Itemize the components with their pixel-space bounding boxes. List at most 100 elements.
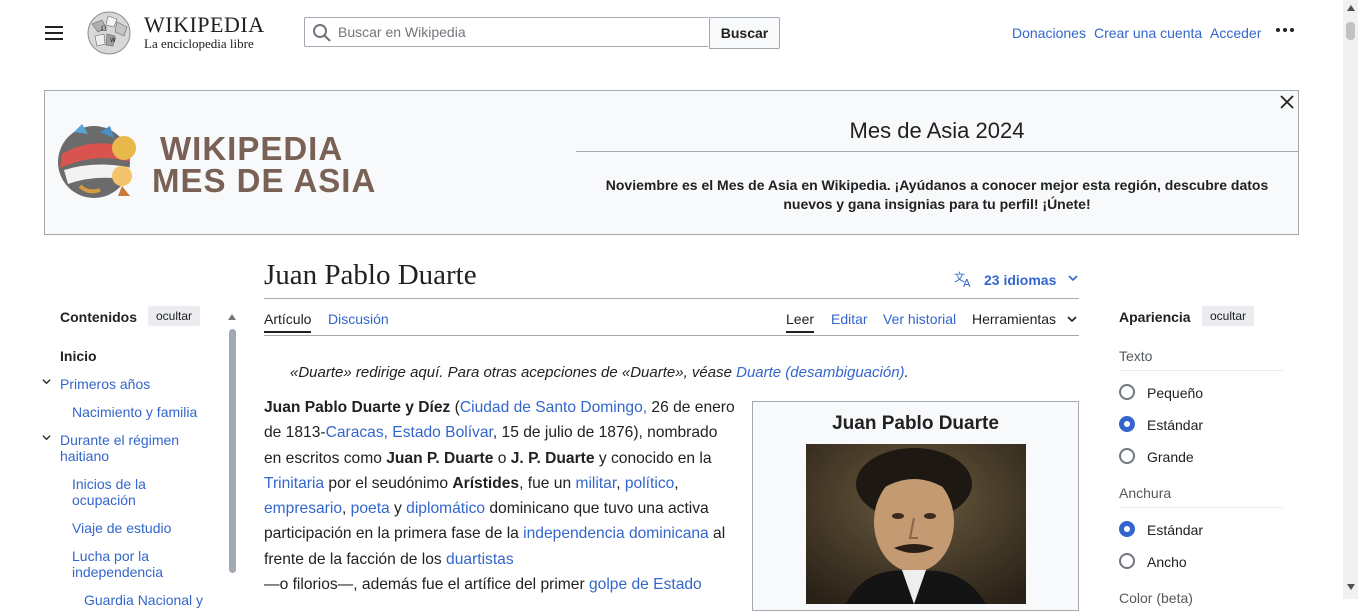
link-separator: ,	[342, 500, 351, 518]
more-options-icon[interactable]	[1276, 28, 1298, 36]
tab-read[interactable]: Leer	[786, 311, 815, 333]
text-size-heading: Texto	[1119, 348, 1153, 364]
toc-scrollbar-thumb[interactable]	[229, 329, 236, 573]
bold-alias: Juan P. Duarte	[386, 449, 494, 467]
language-icon[interactable]: 文 A	[954, 270, 974, 288]
toc-item-lucha-independencia[interactable]: Lucha por la independencia	[72, 548, 182, 580]
link-separator: ,	[674, 474, 679, 492]
text-span: —o filorios—, además fue el artífice del…	[264, 576, 589, 594]
tools-menu[interactable]: Herramientas	[972, 311, 1056, 327]
radio-width-wide[interactable]	[1119, 553, 1135, 569]
page-title: Juan Pablo Duarte	[264, 259, 477, 291]
toc-item-primeros-anos[interactable]: Primeros años	[60, 376, 150, 392]
toc-item-inicios-ocupacion[interactable]: Inicios de la ocupación	[72, 476, 172, 508]
text-span: (	[450, 399, 460, 416]
link-trinitaria[interactable]: Trinitaria	[264, 475, 324, 492]
tabs-divider	[264, 335, 1079, 336]
radio-width-standard[interactable]	[1119, 521, 1135, 537]
link-santo-domingo[interactable]: Ciudad de Santo Domingo,	[460, 399, 647, 416]
toc-item-guardia-nacional[interactable]: Guardia Nacional y	[84, 592, 203, 608]
page-scrollbar-thumb[interactable]	[1346, 22, 1355, 40]
link-caracas[interactable]: Caracas, Estado Bolívar	[326, 424, 493, 441]
create-account-link[interactable]: Crear una cuenta	[1094, 25, 1202, 41]
scroll-down-arrow-icon[interactable]	[1347, 584, 1355, 590]
radio-text-small[interactable]	[1119, 384, 1135, 400]
bold-pseudonym: Arístides	[452, 474, 520, 492]
chevron-down-icon[interactable]	[1068, 274, 1078, 282]
radio-text-large[interactable]	[1119, 448, 1135, 464]
appearance-hide-button[interactable]: ocultar	[1202, 306, 1255, 326]
radio-label-large[interactable]: Grande	[1147, 449, 1194, 465]
link-politico[interactable]: político	[625, 475, 674, 492]
chevron-down-icon[interactable]	[42, 433, 51, 442]
login-link[interactable]: Acceder	[1210, 25, 1261, 41]
banner-divider	[576, 151, 1298, 152]
search-input[interactable]	[338, 18, 698, 46]
svg-text:A: A	[963, 277, 971, 288]
link-militar[interactable]: militar	[575, 475, 616, 492]
banner-logo-line2: MES DE ASIA	[152, 162, 377, 199]
portrait-image[interactable]	[806, 444, 1026, 604]
toc-hide-button[interactable]: ocultar	[148, 306, 201, 326]
languages-button[interactable]: 23 idiomas	[984, 272, 1056, 288]
toc-title: Contenidos	[60, 309, 137, 325]
link-duartistas[interactable]: duartistas	[446, 551, 514, 568]
radio-label-standard[interactable]: Estándar	[1147, 417, 1203, 433]
page-scrollbar[interactable]	[1343, 0, 1358, 599]
radio-label-width-wide[interactable]: Ancho	[1147, 554, 1187, 570]
text-span: y	[389, 500, 407, 518]
title-divider	[264, 298, 1079, 299]
tab-history[interactable]: Ver historial	[883, 311, 956, 327]
bold-alias: J. P. Duarte	[510, 449, 595, 467]
text-span: y conocido en la	[594, 449, 712, 467]
wikipedia-globe-logo[interactable]: Ω W	[84, 10, 134, 56]
search-icon	[313, 24, 331, 42]
link-independencia[interactable]: independencia dominicana	[523, 525, 709, 542]
wikipedia-wordmark[interactable]: WIKIPEDIA	[144, 12, 265, 38]
tab-discussion[interactable]: Discusión	[328, 311, 389, 327]
radio-label-width-standard[interactable]: Estándar	[1147, 522, 1203, 538]
hatnote-suffix: .	[904, 364, 909, 381]
link-empresario[interactable]: empresario	[264, 500, 342, 517]
tagline: La enciclopedia libre	[144, 36, 254, 51]
scroll-up-arrow-icon[interactable]	[1347, 5, 1355, 11]
search-button[interactable]: Buscar	[709, 17, 780, 49]
main-menu-button[interactable]	[40, 22, 68, 44]
radio-text-standard[interactable]	[1119, 416, 1135, 432]
link-golpe-estado[interactable]: golpe de Estado	[589, 576, 702, 593]
svg-text:Ω: Ω	[101, 25, 107, 33]
svg-text:W: W	[110, 37, 116, 44]
text-span: por el seudónimo	[324, 474, 453, 492]
tab-article[interactable]: Artículo	[264, 311, 312, 333]
asia-month-artwork	[58, 124, 136, 198]
donate-link[interactable]: Donaciones	[1012, 25, 1086, 41]
close-icon[interactable]	[1279, 94, 1295, 110]
section-divider	[1119, 507, 1283, 508]
section-divider	[1119, 370, 1283, 371]
toc-item-inicio[interactable]: Inicio	[60, 348, 97, 364]
link-separator: ,	[616, 474, 625, 492]
link-diplomatico[interactable]: diplomático	[406, 500, 485, 517]
link-poeta[interactable]: poeta	[351, 500, 390, 517]
hatnote-link[interactable]: Duarte (desambiguación)	[736, 364, 904, 381]
article-lead-paragraph: Juan Pablo Duarte y Díez (Ciudad de Sant…	[264, 395, 736, 597]
text-span: o	[493, 449, 511, 467]
hatnote-text: «Duarte» redirige aquí. Para otras acepc…	[290, 364, 737, 381]
toc-scroll-up-icon[interactable]	[228, 314, 236, 320]
chevron-down-icon[interactable]	[1067, 315, 1077, 323]
hatnote: «Duarte» redirige aquí. Para otras acepc…	[290, 364, 909, 381]
radio-label-small[interactable]: Pequeño	[1147, 385, 1203, 401]
banner-title: Mes de Asia 2024	[849, 118, 1025, 143]
chevron-down-icon[interactable]	[42, 377, 51, 386]
toc-item-regimen-haitiano[interactable]: Durante el régimen haitiano	[60, 432, 210, 464]
infobox-title: Juan Pablo Duarte	[832, 413, 999, 434]
banner-text: Noviembre es el Mes de Asia en Wikipedia…	[605, 177, 1269, 212]
text-span: , fue un	[519, 474, 576, 492]
toc-item-viaje-estudio[interactable]: Viaje de estudio	[72, 520, 171, 536]
bold-name: Juan Pablo Duarte y Díez	[264, 399, 451, 416]
width-heading: Anchura	[1119, 485, 1172, 501]
toc-item-nacimiento[interactable]: Nacimiento y familia	[72, 404, 197, 420]
appearance-title: Apariencia	[1119, 309, 1191, 325]
color-heading: Color (beta)	[1119, 590, 1193, 606]
tab-edit[interactable]: Editar	[831, 311, 868, 327]
